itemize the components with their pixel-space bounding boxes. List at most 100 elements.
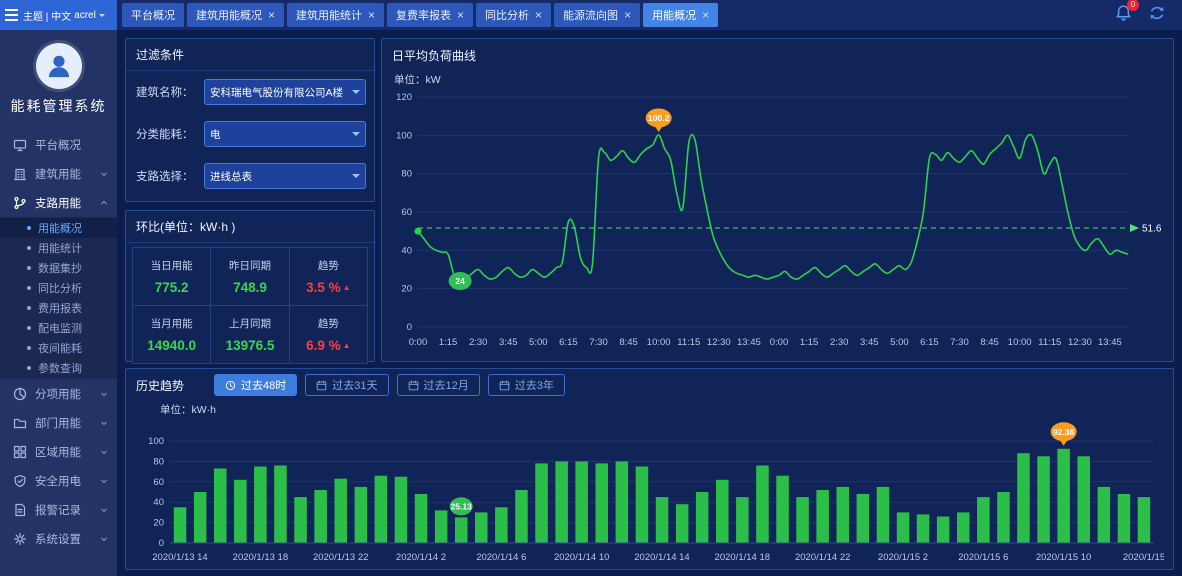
svg-text:3:45: 3:45 (499, 337, 518, 348)
history-trend-panel: 历史趋势 过去48时过去31天过去12月过去3年 单位：kW·h 0204060… (125, 368, 1174, 570)
sidebar-subitem[interactable]: 用能概况 (0, 218, 117, 238)
close-tab-icon[interactable]: × (702, 9, 709, 21)
sidebar-menu: 平台概况建筑用能支路用能用能概况用能统计数据集抄同比分析费用报表配电监测夜间能耗… (0, 130, 117, 553)
svg-text:5:00: 5:00 (529, 337, 548, 348)
stat-value: 775.2 (155, 280, 189, 295)
svg-text:60: 60 (153, 477, 164, 488)
range-buttons: 过去48时过去31天过去12月 过去3年 (214, 374, 565, 396)
tab[interactable]: 用能概况× (643, 3, 718, 27)
range-button[interactable]: 过去3年 (488, 374, 565, 396)
tab[interactable]: 建筑用能统计× (287, 3, 384, 27)
refresh-button[interactable] (1148, 4, 1166, 27)
user-icon (44, 51, 74, 81)
sidebar-item-label: 系统设置 (35, 531, 81, 547)
tab[interactable]: 平台概况 (122, 3, 184, 27)
bullet-icon (27, 266, 31, 270)
svg-text:7:30: 7:30 (950, 337, 969, 348)
tab[interactable]: 建筑用能概况× (187, 3, 284, 27)
svg-text:6:15: 6:15 (559, 337, 578, 348)
filter-select[interactable]: 安科瑞电气股份有限公司A楼 (204, 79, 366, 105)
stat-cell: 昨日同期 748.9 (211, 248, 288, 305)
sidebar-subitem[interactable]: 夜间能耗 (0, 338, 117, 358)
sidebar-item[interactable]: 报警记录 (0, 495, 117, 524)
trend-up-icon: ▲ (343, 283, 351, 292)
stat-label: 趋势 (318, 316, 339, 331)
range-button[interactable]: 过去31天 (305, 374, 388, 396)
notification-badge: 0 (1127, 0, 1139, 11)
svg-text:100: 100 (396, 130, 412, 141)
range-button-label: 过去3年 (515, 377, 554, 393)
sidebar-item[interactable]: 系统设置 (0, 524, 117, 553)
tab-label: 平台概况 (131, 7, 175, 23)
chevron-down-icon (99, 534, 109, 544)
sidebar-item[interactable]: 支路用能 (0, 188, 117, 217)
tab[interactable]: 同比分析× (476, 3, 551, 27)
notifications-button[interactable]: 0 (1115, 4, 1132, 26)
monitor-icon (13, 138, 27, 152)
stat-cell: 当日用能 775.2 (133, 248, 210, 305)
sidebar-subitem[interactable]: 参数查询 (0, 358, 117, 378)
sidebar-item[interactable]: 建筑用能 (0, 159, 117, 188)
svg-text:8:45: 8:45 (980, 337, 999, 348)
chevron-down-icon (99, 447, 109, 457)
tab[interactable]: 复费率报表× (387, 3, 473, 27)
sidebar-item[interactable]: 分项用能 (0, 379, 117, 408)
svg-text:1:15: 1:15 (800, 337, 819, 348)
sidebar-subitem[interactable]: 用能统计 (0, 238, 117, 258)
svg-text:0:00: 0:00 (770, 337, 789, 348)
filter-select[interactable]: 电 (204, 121, 366, 147)
filter-select[interactable]: 进线总表 (204, 163, 366, 189)
sidebar-subitem-label: 同比分析 (38, 280, 82, 296)
sidebar-item[interactable]: 平台概况 (0, 130, 117, 159)
svg-text:2020/1/13 22: 2020/1/13 22 (313, 552, 368, 563)
sidebar-item-label: 区域用能 (35, 444, 81, 460)
chevron-down-icon (99, 418, 109, 428)
load-curve-unit: 单位：kW (394, 72, 1163, 87)
language-user-selector[interactable]: 主题 | 中文 acrel (23, 8, 105, 23)
filter-panel: 过滤条件 建筑名称： 安科瑞电气股份有限公司A楼 分类能耗： 电 支路选择： 进… (125, 38, 375, 202)
shield-icon (13, 474, 27, 488)
svg-text:8:45: 8:45 (619, 337, 638, 348)
sidebar-subitem[interactable]: 配电监测 (0, 318, 117, 338)
stat-cell: 上月同期 13976.5 (211, 306, 288, 363)
refresh-icon (1148, 4, 1166, 22)
close-tab-icon[interactable]: × (624, 9, 631, 21)
file-icon (13, 503, 27, 517)
calendar-icon (499, 380, 510, 391)
sidebar-subitem[interactable]: 同比分析 (0, 278, 117, 298)
sidebar-subitem[interactable]: 费用报表 (0, 298, 117, 318)
svg-text:51.68: 51.68 (1142, 223, 1162, 234)
range-button[interactable]: 过去48时 (214, 374, 297, 396)
sidebar-item-label: 分项用能 (35, 386, 81, 402)
range-button[interactable]: 过去12月 (397, 374, 480, 396)
svg-text:2:30: 2:30 (469, 337, 488, 348)
calendar-icon (316, 380, 327, 391)
filter-label: 分类能耗： (136, 126, 194, 142)
stat-value: 748.9 (233, 280, 267, 295)
tab[interactable]: 能源流向图× (554, 3, 640, 27)
svg-text:100.2: 100.2 (648, 113, 670, 123)
sidebar-item[interactable]: 安全用电 (0, 466, 117, 495)
filter-rows: 建筑名称： 安科瑞电气股份有限公司A楼 分类能耗： 电 支路选择： 进线总表 (126, 71, 374, 197)
sidebar-item-label: 报警记录 (35, 502, 81, 518)
load-curve-chart[interactable]: 0204060801001200:001:152:303:455:006:157… (392, 89, 1162, 357)
sidebar-subitem-label: 数据集抄 (38, 260, 82, 276)
chevron-down-icon (352, 174, 360, 182)
sidebar-item[interactable]: 区域用能 (0, 437, 117, 466)
sidebar-subitem-label: 配电监测 (38, 320, 82, 336)
sidebar: 主题 | 中文 acrel 能耗管理系统 平台概况建筑用能支路用能用能概况用能统… (0, 0, 117, 576)
bullet-icon (27, 366, 31, 370)
close-tab-icon[interactable]: × (535, 9, 542, 21)
sidebar-subitem-label: 夜间能耗 (38, 340, 82, 356)
sidebar-item[interactable]: 部门用能 (0, 408, 117, 437)
close-tab-icon[interactable]: × (368, 9, 375, 21)
history-title: 历史趋势 (136, 377, 184, 394)
menu-toggle-icon[interactable] (5, 9, 18, 21)
close-tab-icon[interactable]: × (268, 9, 275, 21)
filter-panel-title: 过滤条件 (126, 39, 374, 71)
close-tab-icon[interactable]: × (457, 9, 464, 21)
stat-label: 当月用能 (151, 316, 193, 331)
sidebar-subitem[interactable]: 数据集抄 (0, 258, 117, 278)
history-bar-chart[interactable]: 0204060801002020/1/13 142020/1/13 182020… (136, 417, 1164, 567)
sidebar-top-bar: 主题 | 中文 acrel (0, 0, 117, 30)
